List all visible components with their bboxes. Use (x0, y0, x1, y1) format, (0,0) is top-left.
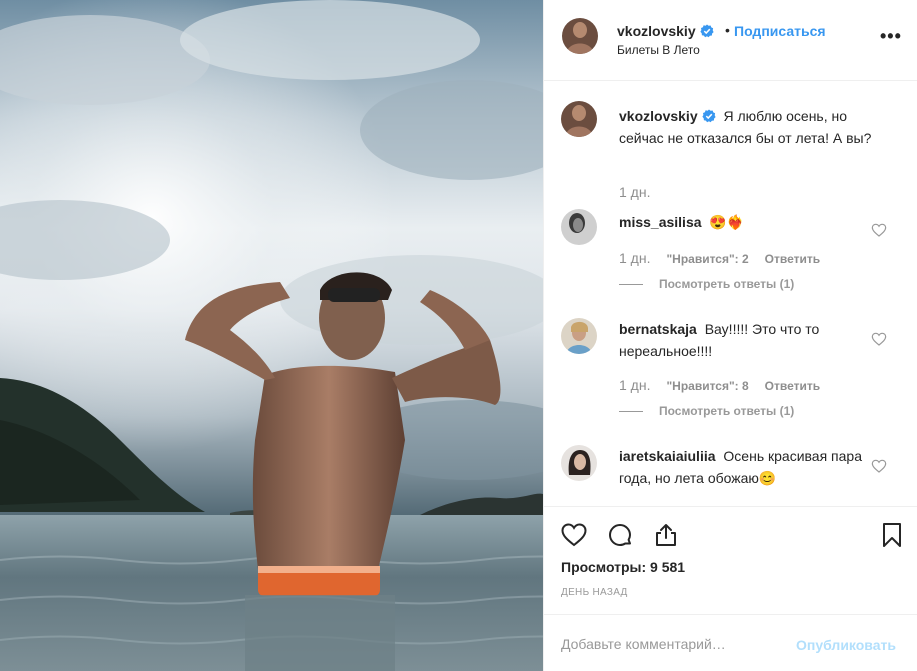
header-separator: • (725, 22, 730, 38)
view-replies-button[interactable]: Посмотреть ответы (1) (619, 277, 794, 291)
share-icon[interactable] (652, 521, 680, 549)
comment-bubble-icon[interactable] (606, 521, 634, 549)
bookmark-icon[interactable] (878, 521, 906, 549)
view-replies-line (619, 411, 643, 413)
comment-username[interactable]: bernatskaja (619, 321, 697, 337)
comment-text: 😍❤️‍🔥 (709, 214, 745, 230)
caption-author-avatar[interactable] (561, 101, 597, 137)
caption-username[interactable]: vkozlovskiy (619, 108, 716, 124)
comment-reply-button[interactable]: Ответить (765, 379, 820, 393)
view-replies-label[interactable]: Посмотреть ответы (1) (659, 277, 794, 291)
follow-button[interactable]: Подписаться (734, 23, 826, 39)
action-bar: Просмотры: 9 581 ДЕНЬ НАЗАД (544, 506, 917, 614)
publish-button[interactable]: Опубликовать (796, 637, 896, 653)
author-username[interactable]: vkozlovskiy (617, 23, 714, 39)
caption-age[interactable]: 1 дн. (619, 184, 650, 200)
add-comment-bar: Опубликовать (544, 614, 917, 671)
author-username-text[interactable]: vkozlovskiy (617, 23, 696, 39)
comment-like-heart-icon[interactable] (871, 458, 887, 474)
view-replies-label[interactable]: Посмотреть ответы (1) (659, 404, 794, 418)
verified-badge-icon (700, 24, 714, 38)
comment-likes-count[interactable]: "Нравится": 2 (666, 252, 748, 266)
post-header: vkozlovskiy • Подписаться Билеты В Лето … (544, 0, 917, 81)
more-options-icon[interactable]: ••• (880, 26, 902, 47)
commenter-avatar[interactable] (561, 209, 597, 245)
comment-likes-count[interactable]: "Нравится": 8 (666, 379, 748, 393)
commenter-avatar[interactable] (561, 445, 597, 481)
post-date[interactable]: ДЕНЬ НАЗАД (561, 587, 628, 598)
comment-text-block: iaretskaiaiuliia Осень красивая пара год… (619, 445, 874, 489)
post-video[interactable] (0, 0, 543, 671)
view-replies-line (619, 284, 643, 286)
comment-username[interactable]: miss_asilisa (619, 214, 702, 230)
heart-icon[interactable] (560, 521, 588, 549)
view-replies-button[interactable]: Посмотреть ответы (1) (619, 404, 794, 418)
comment-username[interactable]: iaretskaiaiuliia (619, 448, 716, 464)
comment-like-heart-icon[interactable] (871, 331, 887, 347)
comment-age[interactable]: 1 дн. (619, 250, 650, 266)
caption-meta: 1 дн. (619, 184, 666, 200)
comment-text-block: miss_asilisa 😍❤️‍🔥 (619, 211, 874, 233)
add-comment-input[interactable] (561, 631, 791, 657)
post-video-frame (0, 0, 543, 671)
views-count[interactable]: Просмотры: 9 581 (561, 559, 685, 575)
post-sidebar: vkozlovskiy • Подписаться Билеты В Лето … (543, 0, 917, 671)
comment-meta: 1 дн. "Нравится": 8 Ответить (619, 377, 820, 393)
verified-badge-icon (702, 107, 716, 123)
comment-text-block: bernatskaja Вау!!!!! Это что то нереальн… (619, 318, 874, 362)
comment-meta: 1 дн. "Нравится": 2 Ответить (619, 250, 820, 266)
instagram-post: vkozlovskiy • Подписаться Билеты В Лето … (0, 0, 917, 671)
caption-username-text[interactable]: vkozlovskiy (619, 108, 698, 124)
comment-reply-button[interactable]: Ответить (765, 252, 820, 266)
comments-list[interactable]: vkozlovskiy Я люблю осень, но сейчас не … (544, 82, 917, 506)
commenter-avatar[interactable] (561, 318, 597, 354)
comment-like-heart-icon[interactable] (871, 222, 887, 238)
author-avatar[interactable] (562, 18, 598, 54)
post-location[interactable]: Билеты В Лето (617, 43, 700, 57)
comment-age[interactable]: 1 дн. (619, 377, 650, 393)
caption-text-block: vkozlovskiy Я люблю осень, но сейчас не … (619, 105, 887, 149)
